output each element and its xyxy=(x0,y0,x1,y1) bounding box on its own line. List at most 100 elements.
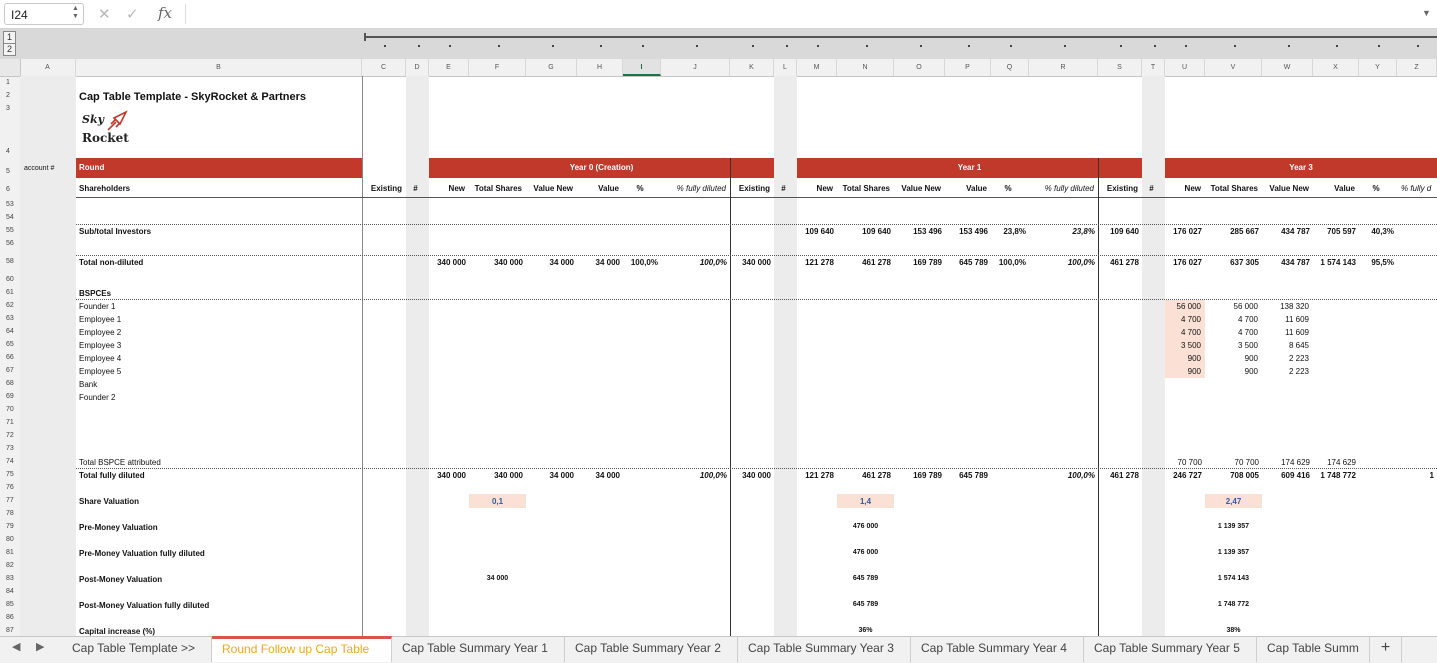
cell-r[interactable]: 100,0% xyxy=(1029,471,1095,480)
column-header-s[interactable]: S xyxy=(1098,59,1142,76)
sheet-tab[interactable]: Cap Table Summary Year 3 xyxy=(738,636,911,662)
cell-m[interactable]: 109 640 xyxy=(797,227,834,236)
cell-n[interactable]: 476 000 xyxy=(837,549,894,556)
cell-v[interactable]: 900 xyxy=(1205,367,1258,376)
cancel-icon[interactable]: ✕ xyxy=(98,5,111,23)
column-header-a[interactable]: A xyxy=(20,59,76,76)
cell-m[interactable]: 121 278 xyxy=(797,471,834,480)
column-header-t[interactable]: T xyxy=(1142,59,1165,76)
column-header-j[interactable]: J xyxy=(661,59,730,76)
cell-f[interactable]: 340 000 xyxy=(469,471,523,480)
cell-q[interactable]: 23,8% xyxy=(991,227,1026,236)
column-header-i[interactable]: I xyxy=(623,59,661,76)
cell-u[interactable]: 3 500 xyxy=(1165,341,1201,350)
cell-v[interactable]: 56 000 xyxy=(1205,302,1258,311)
cell-j[interactable]: 100,0% xyxy=(661,258,727,267)
cell-h[interactable]: 34 000 xyxy=(577,471,620,480)
cell-j[interactable]: 100,0% xyxy=(661,471,727,480)
expand-formula-icon[interactable]: ▼ xyxy=(1422,8,1431,18)
cell-n[interactable]: 461 278 xyxy=(837,258,891,267)
cell-v[interactable]: 1 574 143 xyxy=(1205,575,1262,582)
cell-r[interactable]: 100,0% xyxy=(1029,258,1095,267)
column-header-z[interactable]: Z xyxy=(1397,59,1437,76)
column-header-v[interactable]: V xyxy=(1205,59,1262,76)
column-header-h[interactable]: H xyxy=(577,59,623,76)
cell-v[interactable]: 70 700 xyxy=(1205,458,1259,467)
column-header-k[interactable]: K xyxy=(730,59,774,76)
cell-w[interactable]: 174 629 xyxy=(1262,458,1310,467)
column-header-u[interactable]: U xyxy=(1165,59,1205,76)
cell-u[interactable]: 4 700 xyxy=(1165,328,1201,337)
cell-u[interactable]: 900 xyxy=(1165,367,1201,376)
column-header-l[interactable]: L xyxy=(774,59,797,76)
cell-o[interactable]: 153 496 xyxy=(894,227,942,236)
function-icon[interactable]: fx xyxy=(158,4,172,22)
cell-n[interactable]: 461 278 xyxy=(837,471,891,480)
column-header-f[interactable]: F xyxy=(469,59,526,76)
cell-u[interactable]: 176 027 xyxy=(1165,227,1202,236)
cell-w[interactable]: 434 787 xyxy=(1262,258,1310,267)
cell-o[interactable]: 169 789 xyxy=(894,258,942,267)
cell-f[interactable]: 34 000 xyxy=(469,575,526,582)
cell-q[interactable]: 100,0% xyxy=(991,258,1026,267)
name-box-stepper-icon[interactable]: ▲ ▼ xyxy=(72,5,79,21)
cell-n[interactable]: 476 000 xyxy=(837,523,894,530)
cell-w[interactable]: 11 609 xyxy=(1262,328,1309,337)
cell-r[interactable]: 23,8% xyxy=(1029,227,1095,236)
column-header-p[interactable]: P xyxy=(945,59,991,76)
cell-w[interactable]: 2 223 xyxy=(1262,354,1309,363)
cell-w[interactable]: 609 416 xyxy=(1262,471,1310,480)
cell-z[interactable]: 1 xyxy=(1397,471,1434,480)
cell-e[interactable]: 340 000 xyxy=(429,258,466,267)
sheet-tab[interactable]: Cap Table Summary Year 5 xyxy=(1084,636,1257,662)
cell-w[interactable]: 434 787 xyxy=(1262,227,1310,236)
column-header-q[interactable]: Q xyxy=(991,59,1029,76)
cell-h[interactable]: 34 000 xyxy=(577,258,620,267)
cell-p[interactable]: 645 789 xyxy=(945,471,988,480)
cell-v[interactable]: 1 748 772 xyxy=(1205,601,1262,608)
column-header-b[interactable]: B xyxy=(76,59,362,76)
cell-n[interactable]: 109 640 xyxy=(837,227,891,236)
cell-w[interactable]: 2 223 xyxy=(1262,367,1309,376)
sheet-tab[interactable]: Cap Table Summary Year 2 xyxy=(565,636,738,662)
cell-k[interactable]: 340 000 xyxy=(730,258,771,267)
cell-m[interactable]: 121 278 xyxy=(797,258,834,267)
column-header-x[interactable]: X xyxy=(1313,59,1359,76)
prev-sheet-icon[interactable]: ◀ xyxy=(12,640,20,653)
formula-input[interactable] xyxy=(190,3,1415,25)
cell-v[interactable]: 2,47 xyxy=(1205,497,1262,506)
cell-n[interactable]: 645 789 xyxy=(837,575,894,582)
column-header-c[interactable]: C xyxy=(362,59,406,76)
cell-k[interactable]: 340 000 xyxy=(730,471,771,480)
cell-x[interactable]: 705 597 xyxy=(1313,227,1356,236)
sheet-tab[interactable]: Cap Table Summary Year 1 xyxy=(392,636,565,662)
column-header-d[interactable]: D xyxy=(406,59,429,76)
cell-s[interactable]: 109 640 xyxy=(1098,227,1139,236)
cell-g[interactable]: 34 000 xyxy=(526,471,574,480)
cell-v[interactable]: 3 500 xyxy=(1205,341,1258,350)
outline-group-bar[interactable] xyxy=(364,36,1437,38)
cell-n[interactable]: 645 789 xyxy=(837,601,894,608)
enter-icon[interactable]: ✓ xyxy=(126,5,139,23)
cell-p[interactable]: 153 496 xyxy=(945,227,988,236)
cell-s[interactable]: 461 278 xyxy=(1098,471,1139,480)
column-header-e[interactable]: E xyxy=(429,59,469,76)
cell-o[interactable]: 169 789 xyxy=(894,471,942,480)
sheet-tab[interactable]: Cap Table Summary Year 4 xyxy=(911,636,1084,662)
cell-w[interactable]: 8 645 xyxy=(1262,341,1309,350)
cell-v[interactable]: 1 139 357 xyxy=(1205,523,1262,530)
cell-v[interactable]: 1 139 357 xyxy=(1205,549,1262,556)
cell-v[interactable]: 38% xyxy=(1205,627,1262,634)
add-sheet-button[interactable]: + xyxy=(1370,636,1402,662)
cell-e[interactable]: 340 000 xyxy=(429,471,466,480)
cell-y[interactable]: 95,5% xyxy=(1359,258,1394,267)
cell-v[interactable]: 637 305 xyxy=(1205,258,1259,267)
sheet-tab[interactable]: Cap Table Summ xyxy=(1257,636,1370,662)
cell-x[interactable]: 174 629 xyxy=(1313,458,1356,467)
column-header-y[interactable]: Y xyxy=(1359,59,1397,76)
cell-v[interactable]: 4 700 xyxy=(1205,315,1258,324)
column-header-w[interactable]: W xyxy=(1262,59,1313,76)
cell-u[interactable]: 900 xyxy=(1165,354,1201,363)
cell-p[interactable]: 645 789 xyxy=(945,258,988,267)
column-header-n[interactable]: N xyxy=(837,59,894,76)
